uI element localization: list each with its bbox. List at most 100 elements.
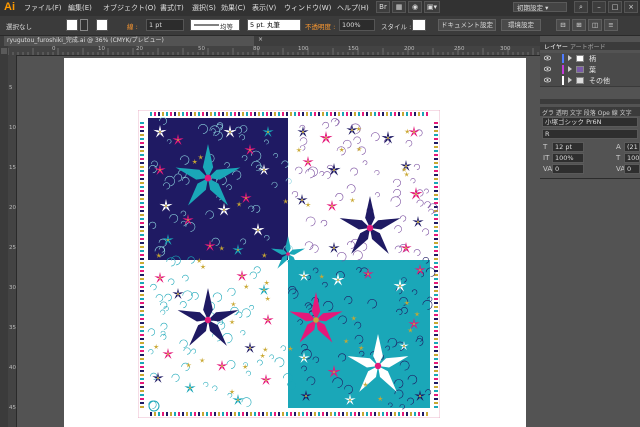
tracking-field[interactable]: 0 [624,164,640,174]
profile-label: 均等 [220,23,233,31]
search-icon[interactable]: ⌕ [574,1,588,13]
fill-dropdown-icon[interactable] [80,19,88,31]
layers-tab[interactable]: レイヤー [544,42,568,51]
artboards-tab[interactable]: アートボード [570,42,606,51]
menu-view[interactable]: 表示(V) [252,3,276,13]
menu-type[interactable]: 書式(T) [160,3,184,13]
gpu-icon[interactable]: ◉ [408,1,422,13]
stroke-weight-field[interactable]: 1 pt [146,19,184,31]
eye-icon[interactable] [544,55,551,61]
font-style-field[interactable]: R [542,129,638,139]
workspace-switcher[interactable]: 初期設定 ▾ [513,2,567,12]
minimize-icon[interactable]: – [592,1,606,13]
ruler-label: 300 [500,46,511,52]
menu-effect[interactable]: 効果(C) [221,3,245,13]
ruler-label: 45 [9,405,16,411]
expand-arrow-icon[interactable] [568,66,572,72]
transform-icon[interactable]: ⊞ [572,19,586,31]
panel-divider [540,178,640,179]
layer-name[interactable]: その他 [589,76,610,86]
ruler-label: 40 [9,365,16,371]
horizontal-scale-field[interactable]: 100% [624,153,640,163]
ruler-label: 100 [298,46,309,52]
menu-edit[interactable]: 編集(E) [68,3,92,13]
eye-icon[interactable] [544,77,551,83]
vertical-ruler[interactable]: 5 10 15 20 25 30 35 40 45 [8,55,17,427]
tools-collapse-icon[interactable] [1,48,7,54]
align-icon[interactable]: ⊟ [556,19,570,31]
ruler-label: 10 [98,46,105,52]
layer-color-bar [562,54,564,63]
vertical-scale-field[interactable]: 100% [552,153,584,163]
ruler-label: 20 [9,205,16,211]
document-setup-button[interactable]: ドキュメント設定 [438,19,496,31]
ruler-label: 150 [348,46,359,52]
control-bar: 選択なし 線 : 1 pt 均等 5 pt. 丸筆 不透明度 : 100% スタ… [0,16,640,36]
font-size-icon: T [543,143,548,151]
menu-object[interactable]: オブジェクト(O) [103,3,156,13]
menu-select[interactable]: 選択(S) [192,3,216,13]
view-mode-icon[interactable]: ▣▾ [424,1,440,13]
panel-menu-icon[interactable]: ≡ [604,19,618,31]
expand-arrow-icon[interactable] [568,77,572,83]
ruler-label: 250 [454,46,465,52]
kerning-icon: VA [543,165,553,173]
font-size-field[interactable]: 12 pt [552,142,584,152]
app-logo: Ai [4,1,15,13]
graphic-style-swatch[interactable] [412,19,426,31]
isolate-icon[interactable]: ◫ [588,19,602,31]
layer-thumbnail [576,55,584,62]
kerning-field[interactable]: 0 [552,164,584,174]
layer-row[interactable]: その他 [540,75,640,87]
menu-bar: Ai ファイル(F) 編集(E) オブジェクト(O) 書式(T) 選択(S) 効… [0,0,640,16]
opacity-field[interactable]: 100% [339,19,375,31]
layer-name[interactable]: 柄 [589,54,596,64]
menu-file[interactable]: ファイル(F) [24,3,62,13]
layer-color-bar [562,76,564,85]
bridge-icon[interactable]: Br [376,1,390,13]
opacity-label: 不透明度 : [305,23,336,31]
stroke-swatch[interactable] [96,19,108,31]
close-tab-icon[interactable]: × [258,36,263,43]
ruler-label: 20 [136,46,143,52]
artboard[interactable] [64,58,526,427]
ruler-label: 200 [404,46,415,52]
preferences-button[interactable]: 環境設定 [501,19,541,31]
ruler-label: 30 [9,285,16,291]
layer-thumbnail [576,66,584,73]
ruler-label: 50 [198,46,205,52]
horizontal-scale-icon: T [616,154,621,162]
character-panel-tabs[interactable]: グラ 透明 文字 段落 Ope 線 文字 [542,108,632,117]
layer-color-bar [562,65,564,74]
ruler-label: 15 [9,165,16,171]
vertical-scale-icon: IT [543,154,550,162]
maximize-icon[interactable]: □ [608,1,622,13]
eye-icon[interactable] [544,66,551,72]
document-tab[interactable]: ryugutou_furoshiki_完成.ai @ 36% (CMYK/プレビ… [4,36,254,46]
ruler-label: 10 [9,125,16,131]
layer-name[interactable]: 葉 [589,65,596,75]
ruler-label: 35 [9,325,16,331]
layers-panel-footer [540,99,640,104]
expand-arrow-icon[interactable] [568,55,572,61]
tools-panel [0,46,8,427]
font-family-field[interactable]: 小塚ゴシック Pr6N [542,117,638,127]
menu-window[interactable]: ウィンドウ(W) [284,3,331,13]
ruler-label: 0 [52,46,56,52]
brush-definition[interactable]: 5 pt. 丸筆 [247,19,301,31]
menu-help[interactable]: ヘルプ(H) [337,3,369,13]
ruler-label: 5 [9,85,13,91]
style-label: スタイル : [381,23,412,31]
layer-thumbnail [576,77,584,84]
right-panel-dock: レイヤー アートボード グラ 透明 文字 段落 Ope 線 文字 小塚ゴシック … [540,36,640,427]
leading-field[interactable]: (21 [624,142,640,152]
selection-status: 選択なし [6,23,32,31]
leading-icon: A [616,143,621,151]
close-icon[interactable]: × [624,1,638,13]
furoshiki-artwork[interactable] [138,110,440,418]
fill-swatch[interactable] [66,19,78,31]
stroke-label: 線 : [127,23,138,31]
horizontal-ruler[interactable]: 0 10 20 50 80 100 150 200 250 300 [8,46,540,56]
arrange-documents-icon[interactable]: ▦ [392,1,406,13]
ruler-label: 25 [9,245,16,251]
